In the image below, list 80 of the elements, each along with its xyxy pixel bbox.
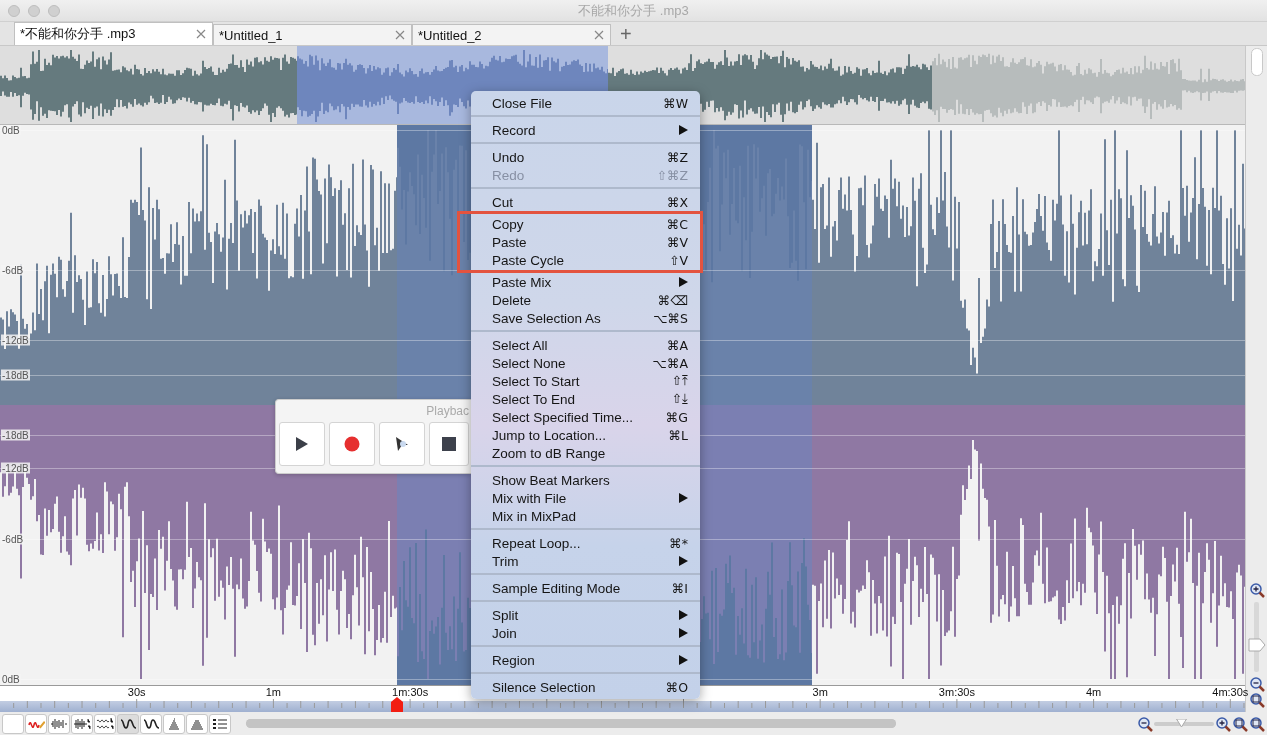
stereo-wave-icon [96,716,114,731]
db-scale-label: -18dB [1,369,30,381]
list-icon [211,716,229,731]
new-tab-button[interactable]: + [620,23,632,44]
menu-item[interactable]: Trim [471,552,700,570]
zoom-out-icon[interactable] [1248,676,1265,692]
time-label: 1m [265,686,282,698]
db-scale-label: -18dB [1,429,30,441]
record-icon [344,436,360,452]
tool-button[interactable] [117,713,139,734]
menu-item[interactable]: Select Specified Time... ⌘G [471,408,700,426]
menu-item[interactable]: Sample Editing Mode ⌘I [471,579,700,597]
zoom-in-icon[interactable] [1248,582,1265,598]
stereo-wave-icon [73,716,91,731]
menu-item[interactable]: Jump to Location... ⌘L [471,426,700,444]
menu-item[interactable]: Mix with File [471,489,700,507]
tool-button[interactable] [209,713,231,734]
scrollbar-thumb[interactable] [1250,48,1263,76]
db-scale-label: 0dB [1,125,21,136]
zoom-selection-icon[interactable] [1248,692,1265,708]
menu-item[interactable]: Delete ⌘⌫ [471,291,700,309]
document-tab[interactable]: *不能和你分手 .mp3 [14,22,213,45]
menu-item[interactable]: Cut ⌘X [471,193,700,211]
panel-title: Playbac [426,404,469,418]
waveform-icon [50,716,68,731]
time-label: 3m [812,686,828,698]
squiggle-icon [119,716,137,731]
menu-item[interactable]: Select None ⌥⌘A [471,354,700,372]
time-label: 4m:30s [1212,686,1249,698]
slider-thumb[interactable] [1248,638,1266,653]
close-icon[interactable] [196,29,206,39]
scrollbar[interactable] [246,719,896,728]
zoom-slider[interactable] [1154,718,1214,729]
db-scale-label: 0dB [1,673,21,685]
record-button[interactable] [329,422,375,466]
time-label: 4m [1085,686,1102,698]
document-tab[interactable]: *Untitled_1 [213,24,412,45]
db-scale-label: -6dB [1,533,25,545]
menu-item[interactable]: Join [471,624,700,642]
stop-button[interactable] [429,422,469,466]
squiggle-icon [142,716,160,731]
menu-item[interactable]: Close File ⌘W [471,94,700,112]
menu-item[interactable]: Show Beat Markers [471,471,700,489]
menu-item[interactable]: Undo ⌘Z [471,148,700,166]
time-label: 1m:30s [392,686,429,698]
close-icon[interactable] [594,30,604,40]
menu-item[interactable]: Paste ⌘V [471,233,700,251]
play-button[interactable] [279,422,325,466]
window-title: 不能和你分手 .mp3 [578,2,689,18]
menu-item[interactable]: Region [471,651,700,669]
stop-icon [441,436,457,452]
menu-item[interactable]: Paste Cycle ⇧V [471,251,700,269]
zoom-fit-icon[interactable] [1249,715,1265,732]
tool-button[interactable] [71,713,93,734]
menu-item[interactable]: Select To Start ⇧⤒ [471,372,700,390]
db-scale-label: -12dB [1,462,30,474]
menu-item[interactable]: Split [471,606,700,624]
menu-item[interactable]: Silence Selection ⌘O [471,678,700,696]
menu-item[interactable]: Repeat Loop... ⌘* [471,534,700,552]
db-scale-label: -6dB [1,264,25,276]
time-label: 30s [127,686,146,698]
tool-button[interactable] [140,713,162,734]
zoom-in-icon[interactable] [1215,715,1231,732]
menu-item[interactable]: Copy ⌘C [471,215,700,233]
db-scale-label: -12dB [1,334,30,346]
playhead-marker[interactable] [391,697,403,712]
menu-item[interactable]: Zoom to dB Range [471,444,700,462]
menu-item[interactable]: Select All ⌘A [471,336,700,354]
cursor-icon [394,436,410,452]
menu-item[interactable]: Select To End ⇧⤓ [471,390,700,408]
zoom-out-icon[interactable] [1137,715,1153,732]
menu-item[interactable]: Mix in MixPad [471,507,700,525]
tool-button[interactable] [94,713,116,734]
menu-item[interactable]: Paste Mix [471,273,700,291]
menu-item[interactable]: Record [471,121,700,139]
document-tab[interactable]: *Untitled_2 [412,24,611,45]
zoom-selection-icon[interactable] [1232,715,1248,732]
time-label: 3m:30s [938,686,975,698]
close-icon[interactable] [395,30,405,40]
menu-item[interactable]: Save Selection As ⌥⌘S [471,309,700,327]
